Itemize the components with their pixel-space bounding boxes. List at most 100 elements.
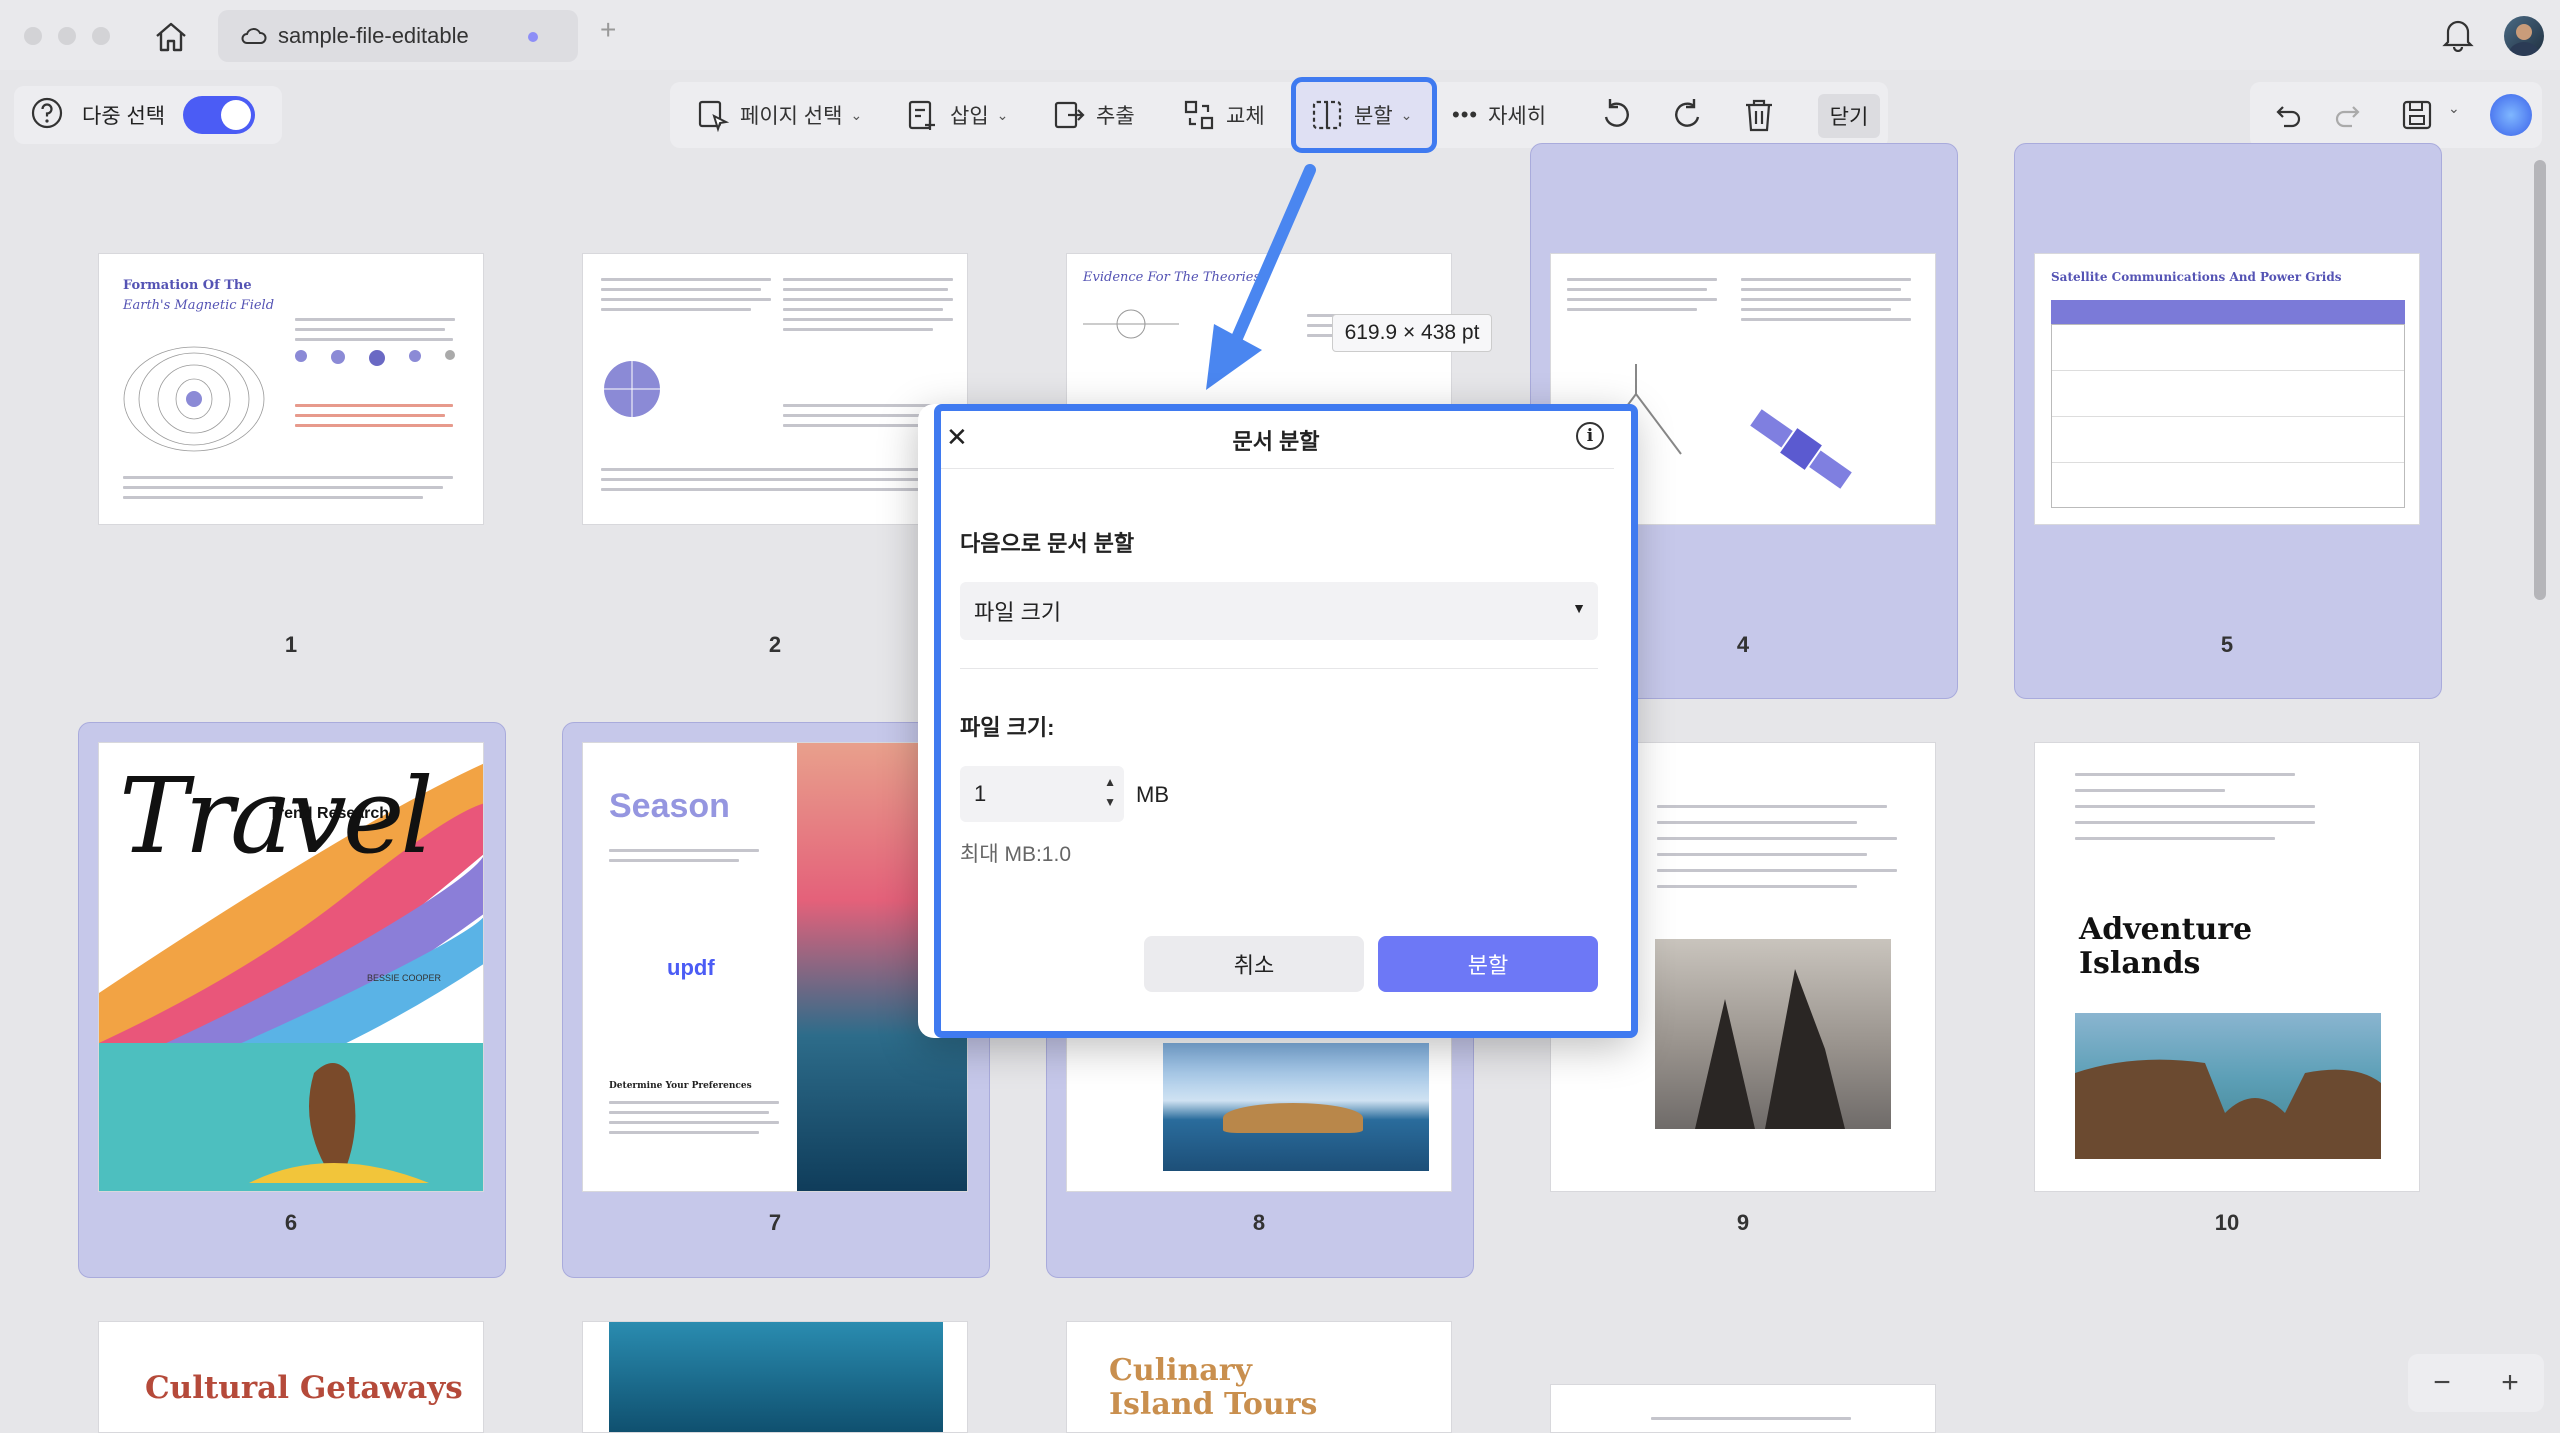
multi-select-toggle[interactable] — [183, 96, 256, 134]
more-button[interactable]: ••• 자세히 — [1452, 82, 1546, 148]
chevron-down-icon: ⌄ — [996, 106, 1009, 123]
home-icon[interactable] — [150, 18, 192, 56]
page-7-title: Season — [609, 787, 730, 825]
save-icon[interactable] — [2400, 98, 2434, 137]
magnetic-field-diagram — [123, 346, 265, 452]
page-thumbnail-5[interactable]: Satellite Communications And Power Grids — [2034, 253, 2420, 525]
rock-arch-photo — [2075, 1013, 2381, 1159]
rotate-right-button[interactable] — [1670, 82, 1706, 148]
globe-diagram — [604, 361, 660, 417]
ai-assistant-icon[interactable] — [2490, 94, 2532, 136]
page-select-button[interactable]: 페이지 선택 ⌄ — [696, 82, 862, 148]
page-select-label: 페이지 선택 — [740, 105, 843, 128]
chevron-down-icon[interactable]: ⌄ — [2448, 100, 2460, 117]
orbit-diagram — [1083, 309, 1179, 339]
extract-button[interactable]: 추출 — [1052, 82, 1135, 148]
window-minimize-button[interactable] — [58, 27, 76, 45]
delete-button[interactable] — [1742, 82, 1776, 148]
page-1-title: Formation Of The — [123, 278, 252, 293]
page-6-author: BESSIE COOPER — [367, 973, 442, 983]
zoom-in-button[interactable]: + — [2501, 1366, 2519, 1400]
page-thumbnail-2[interactable] — [582, 253, 968, 525]
page-thumbnail-7[interactable]: Season updf Determine Your Preferences — [582, 742, 968, 1192]
file-size-heading: 파일 크기: — [960, 715, 1055, 740]
undo-icon[interactable] — [2270, 98, 2304, 137]
cancel-button[interactable]: 취소 — [1144, 936, 1364, 992]
page-thumbnail-14[interactable] — [1550, 1384, 1936, 1433]
page-13-title: Culinary Island Tours — [1109, 1353, 1318, 1422]
rotate-left-icon — [1604, 99, 1629, 127]
tab-title: sample-file-editable — [278, 23, 469, 48]
island-photo — [1163, 1043, 1429, 1171]
page-thumbnail-13[interactable]: Culinary Island Tours — [1066, 1321, 1452, 1433]
bell-icon[interactable] — [2442, 16, 2474, 57]
new-tab-button[interactable]: + — [600, 14, 616, 46]
stepper-arrows-icon[interactable]: ▲ ▼ — [1104, 772, 1116, 812]
extract-icon — [1054, 101, 1085, 129]
page-thumbnail-12[interactable] — [582, 1321, 968, 1433]
unsaved-dot-icon — [528, 32, 538, 42]
zoom-out-button[interactable]: − — [2433, 1366, 2451, 1400]
table-body — [2051, 324, 2405, 508]
insert-icon — [908, 100, 935, 130]
page-thumbnail-6[interactable]: Travel Trend Research BESSIE COOPER — [98, 742, 484, 1192]
page-thumbnail-1[interactable]: Formation Of The Earth's Magnetic Field — [98, 253, 484, 525]
underwater-photo — [609, 1322, 943, 1432]
replace-button[interactable]: 교체 — [1182, 82, 1265, 148]
vertical-scrollbar[interactable] — [2534, 160, 2546, 600]
page-7-brand: updf — [667, 955, 715, 980]
redo-icon[interactable] — [2332, 98, 2366, 137]
split-method-select[interactable]: 파일 크기 ▼ — [960, 582, 1598, 640]
right-toolbar: ⌄ — [2250, 82, 2542, 148]
page-number-5: 5 — [2220, 632, 2234, 657]
split-button[interactable]: 분할 ⌄ — [1291, 77, 1437, 153]
page-thumbnail-10[interactable]: Adventure Islands — [2034, 742, 2420, 1192]
rotate-left-button[interactable] — [1598, 82, 1634, 148]
page-number-10: 10 — [2214, 1210, 2240, 1235]
zoom-controls: − + — [2408, 1354, 2544, 1412]
insert-button[interactable]: 삽입 ⌄ — [906, 82, 1008, 148]
file-size-input[interactable]: 1 ▲ ▼ — [960, 766, 1124, 822]
unit-label: MB — [1136, 782, 1169, 807]
page-size-tooltip: 619.9 × 438 pt — [1332, 314, 1492, 352]
split-by-heading: 다음으로 문서 분할 — [960, 531, 1135, 556]
page-11-title: Cultural Getaways — [145, 1370, 463, 1406]
annotation-arrow — [1206, 164, 1316, 390]
caret-down-icon: ▼ — [1572, 600, 1586, 616]
trash-icon — [1746, 99, 1772, 132]
chevron-down-icon: ⌄ — [850, 106, 863, 123]
replace-icon — [1184, 100, 1214, 130]
page-number-1: 1 — [284, 632, 298, 657]
page-number-2: 2 — [768, 632, 782, 657]
insert-label: 삽입 — [950, 105, 989, 128]
split-document-dialog: ✕ 문서 분할 i 다음으로 문서 분할 파일 크기 ▼ 파일 크기: 1 ▲ ▼… — [918, 404, 1634, 1038]
more-dots-icon: ••• — [1452, 102, 1479, 127]
page-number-4: 4 — [1736, 632, 1750, 657]
divider — [938, 468, 1614, 469]
table-header — [2051, 300, 2405, 324]
rotate-right-icon — [1675, 99, 1700, 127]
window-zoom-button[interactable] — [92, 27, 110, 45]
title-bar: sample-file-editable + — [0, 0, 2560, 70]
page-thumbnail-11[interactable]: Cultural Getaways — [98, 1321, 484, 1433]
max-size-hint: 최대 MB:1.0 — [960, 843, 1072, 866]
window-close-button[interactable] — [24, 27, 42, 45]
document-tab[interactable]: sample-file-editable — [218, 10, 578, 62]
split-label: 분할 — [1354, 105, 1393, 128]
satellite-icon — [1750, 409, 1852, 489]
organize-toolbar: 페이지 선택 ⌄ 삽입 ⌄ 추출 교체 분할 ⌄ ••• 자세히 닫기 — [670, 77, 1888, 153]
page-6-subtitle: Trend Research — [269, 805, 390, 822]
help-icon[interactable] — [30, 96, 64, 135]
split-method-value: 파일 크기 — [974, 600, 1062, 625]
split-icon — [1312, 100, 1342, 130]
info-icon[interactable]: i — [1576, 422, 1604, 450]
page-1-subtitle: Earth's Magnetic Field — [123, 298, 275, 313]
user-avatar[interactable] — [2504, 16, 2544, 56]
extract-label: 추출 — [1096, 105, 1135, 128]
chevron-down-icon: ⌄ — [1400, 106, 1413, 123]
split-confirm-button[interactable]: 분할 — [1378, 936, 1598, 992]
divider — [960, 668, 1598, 669]
page-number-6: 6 — [284, 1210, 298, 1235]
page-select-icon — [698, 100, 730, 132]
close-organize-button[interactable]: 닫기 — [1818, 94, 1880, 138]
